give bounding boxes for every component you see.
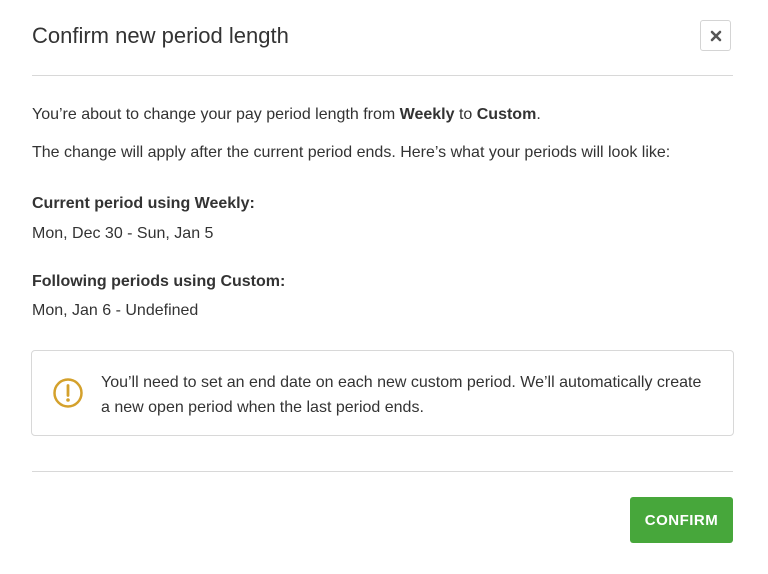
to-period-length: Custom <box>476 106 537 123</box>
following-periods-heading: Following periods using Custom: <box>32 273 286 290</box>
close-button[interactable] <box>700 20 731 51</box>
warning-notice: You’ll need to set an end date on each n… <box>31 350 734 436</box>
change-summary-middle: to <box>454 106 477 123</box>
change-summary-prefix: You’re about to change your pay period l… <box>32 106 400 123</box>
footer-divider <box>32 471 733 472</box>
close-icon <box>710 30 721 41</box>
apply-info: The change will apply after the current … <box>32 144 671 161</box>
warning-circle-icon <box>53 378 83 408</box>
change-summary: You’re about to change your pay period l… <box>32 104 541 126</box>
confirm-period-dialog: Confirm new period length You’re about t… <box>0 0 768 574</box>
from-period-length: Weekly <box>399 106 455 123</box>
change-summary-suffix: . <box>536 106 541 123</box>
current-period-heading: Current period using Weekly: <box>32 195 255 212</box>
dialog-title: Confirm new period length <box>32 23 289 48</box>
confirm-button[interactable]: CONFIRM <box>630 497 733 543</box>
current-period-value: Mon, Dec 30 - Sun, Jan 5 <box>32 225 214 242</box>
following-periods-value: Mon, Jan 6 - Undefined <box>32 302 199 319</box>
header-divider <box>32 75 733 76</box>
warning-notice-text: You’ll need to set an end date on each n… <box>101 374 702 416</box>
